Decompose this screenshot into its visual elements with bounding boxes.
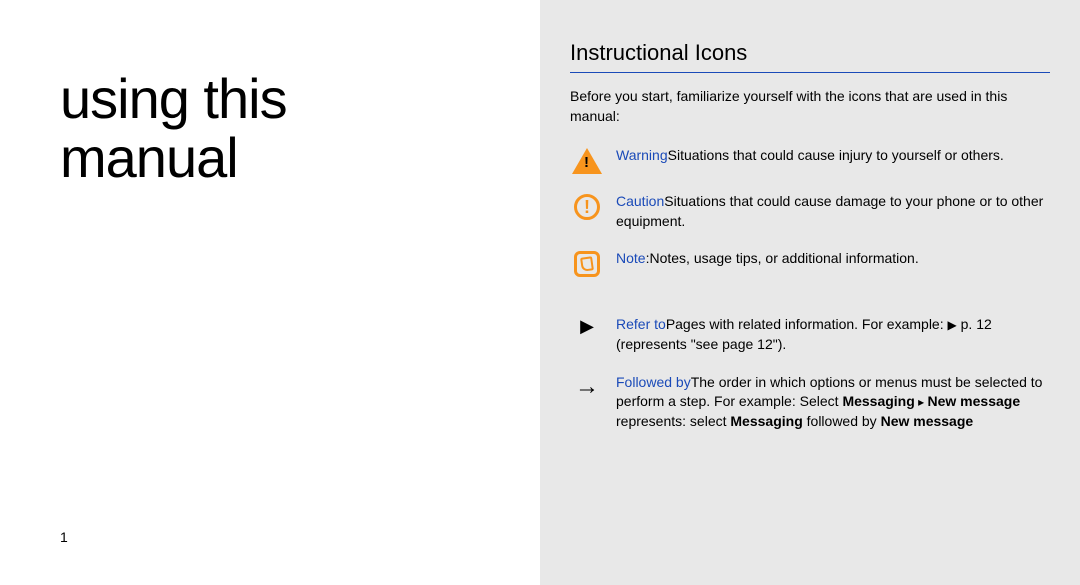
page-number: 1 <box>60 529 520 565</box>
note-label: Note <box>616 250 646 266</box>
followed-icon: → <box>570 373 604 399</box>
warning-text: WarningSituations that could cause injur… <box>616 146 1050 166</box>
title-line-2: manual <box>60 126 238 189</box>
icon-row-refer: ▶ Refer toPages with related information… <box>570 315 1050 354</box>
caution-text: CautionSituations that could cause damag… <box>616 192 1050 231</box>
refer-label: Refer to <box>616 316 666 332</box>
followed-desc-mid2: followed by <box>803 413 881 429</box>
followed-bold1: Messaging <box>842 393 914 409</box>
title-line-1: using this <box>60 67 287 130</box>
caution-icon: ! <box>570 192 604 220</box>
note-text: Note:Notes, usage tips, or additional in… <box>616 249 1050 269</box>
warning-label: Warning <box>616 147 668 163</box>
intro-text: Before you start, familiarize yourself w… <box>570 87 1050 126</box>
refer-text: Refer toPages with related information. … <box>616 315 1050 354</box>
icon-row-followed: → Followed byThe order in which options … <box>570 373 1050 432</box>
refer-icon: ▶ <box>570 315 604 335</box>
followed-label: Followed by <box>616 374 691 390</box>
note-desc: Notes, usage tips, or additional informa… <box>649 250 918 266</box>
right-panel: Instructional Icons Before you start, fa… <box>540 0 1080 585</box>
page-title: using this manual <box>60 70 520 188</box>
followed-desc-mid: represents: select <box>616 413 730 429</box>
icon-row-warning: WarningSituations that could cause injur… <box>570 146 1050 174</box>
followed-bold4: New message <box>881 413 974 429</box>
followed-inline-arrow-icon: ▸ <box>915 395 928 409</box>
page-title-block: using this manual <box>60 60 520 188</box>
refer-desc-pre: Pages with related information. For exam… <box>666 316 948 332</box>
icon-row-note: Note:Notes, usage tips, or additional in… <box>570 249 1050 277</box>
warning-icon <box>570 146 604 174</box>
followed-bold2: New message <box>928 393 1021 409</box>
caution-label: Caution <box>616 193 664 209</box>
warning-desc: Situations that could cause injury to yo… <box>668 147 1004 163</box>
caution-desc: Situations that could cause damage to yo… <box>616 193 1043 229</box>
left-panel: using this manual 1 <box>0 0 540 585</box>
followed-bold3: Messaging <box>730 413 802 429</box>
section-heading: Instructional Icons <box>570 40 1050 73</box>
icon-row-caution: ! CautionSituations that could cause dam… <box>570 192 1050 231</box>
refer-inline-arrow-icon: ▶ <box>948 318 957 332</box>
note-icon <box>570 249 604 277</box>
followed-text: Followed byThe order in which options or… <box>616 373 1050 432</box>
